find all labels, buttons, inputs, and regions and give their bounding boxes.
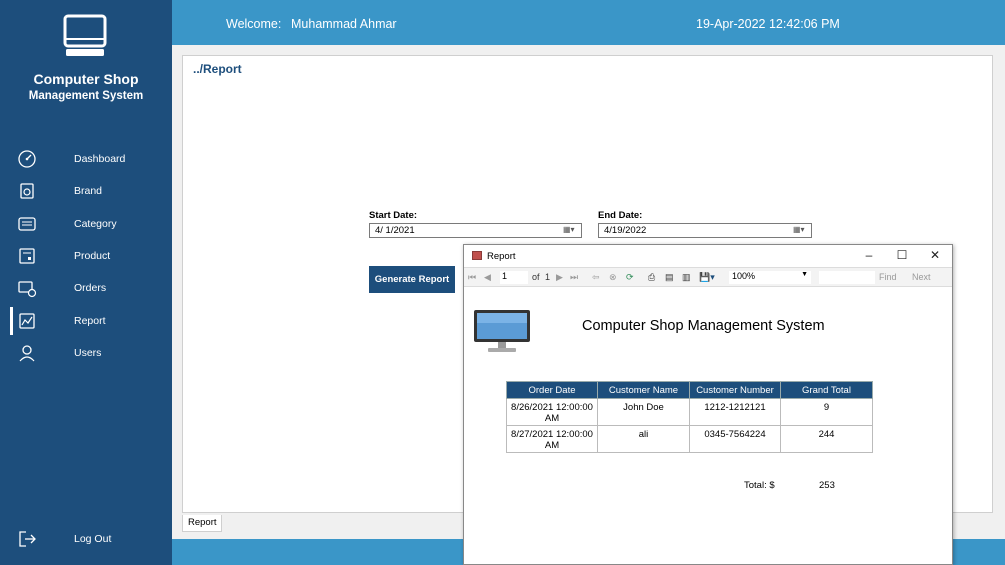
calendar-dropdown-icon[interactable]: ▦▾ [793, 225, 809, 236]
export-icon[interactable]: 💾▾ [699, 271, 715, 284]
page-setup-icon[interactable]: ▥ [682, 271, 691, 284]
column-header: Customer Name [597, 381, 690, 399]
start-date-label: Start Date: [369, 210, 418, 221]
refresh-icon[interactable]: ⟳ [626, 271, 634, 284]
page-number-input[interactable]: 1 [500, 271, 528, 284]
calendar-dropdown-icon[interactable]: ▦▾ [563, 225, 579, 236]
chevron-down-icon: ▼ [801, 271, 808, 278]
page-count: 1 [545, 272, 551, 282]
print-icon[interactable]: ⎙ [648, 271, 655, 284]
sidebar-item-label: Orders [74, 282, 107, 294]
table-cell: 1212-1212121 [689, 398, 781, 426]
sidebar-item-dashboard[interactable]: Dashboard [0, 144, 172, 174]
orders-icon [18, 281, 37, 298]
sidebar-item-brand[interactable]: Brand [0, 176, 172, 206]
sidebar-item-label: Users [74, 347, 102, 359]
report-toolbar: ⏮ ◀ 1 of 1 ▶ ⏭ ⇦ ⊗ ⟳ ⎙ ▤ ▥ 💾▾ 100% ▼ Fin… [464, 267, 952, 287]
table-cell: 8/26/2021 12:00:00 AM [506, 398, 598, 426]
table-cell: 9 [780, 398, 873, 426]
user-name: Muhammad Ahmar [291, 17, 397, 31]
end-date-label: End Date: [598, 210, 643, 221]
table-cell: 0345-7564224 [689, 425, 781, 453]
sidebar-item-product[interactable]: Product [0, 241, 172, 271]
user-icon [19, 345, 35, 362]
datetime-display: 19-Apr-2022 12:42:06 PM [696, 17, 840, 31]
sidebar-item-label: Product [74, 250, 111, 262]
table-cell: John Doe [597, 398, 690, 426]
previous-page-icon[interactable]: ◀ [484, 271, 491, 284]
column-header: Grand Total [780, 381, 873, 399]
logout-icon [19, 531, 36, 547]
of-label: of [532, 272, 540, 282]
table-cell: 244 [780, 425, 873, 453]
report-viewer-window: Report – ☐ ✕ ⏮ ◀ 1 of 1 ▶ ⏭ ⇦ ⊗ ⟳ ⎙ ▤ ▥ … [463, 244, 953, 565]
sidebar-item-label: Brand [74, 185, 103, 197]
total-label: Total: $ [744, 480, 775, 491]
end-date-value: 4/19/2022 [604, 225, 647, 236]
close-button[interactable]: ✕ [918, 245, 952, 267]
start-date-value: 4/ 1/2021 [375, 225, 415, 236]
total-value: 253 [819, 480, 835, 491]
category-list-icon [18, 217, 36, 231]
computer-logo-icon [63, 14, 107, 56]
window-title: Report [487, 251, 516, 262]
back-icon[interactable]: ⇦ [592, 271, 600, 284]
first-page-icon[interactable]: ⏮ [468, 271, 476, 284]
product-box-icon [19, 248, 35, 264]
computer-monitor-icon [474, 310, 530, 352]
column-header: Customer Number [689, 381, 781, 399]
sidebar-item-label: Report [74, 315, 106, 327]
sidebar-item-report[interactable]: Report [0, 306, 172, 336]
next-button[interactable]: Next [912, 271, 931, 284]
app-subtitle: Management System [28, 90, 144, 102]
sidebar-item-label: Dashboard [74, 153, 126, 165]
speedometer-icon [18, 150, 36, 168]
column-header: Order Date [506, 381, 598, 399]
minimize-button[interactable]: – [852, 245, 886, 267]
zoom-value: 100% [732, 271, 756, 281]
logout-label: Log Out [74, 533, 112, 545]
tab-report[interactable]: Report [182, 515, 222, 532]
header-bar: Welcome: Muhammad Ahmar 19-Apr-2022 12:4… [172, 0, 1005, 45]
print-layout-icon[interactable]: ▤ [665, 271, 674, 284]
table-row: 8/27/2021 12:00:00 AM ali 0345-7564224 2… [506, 425, 873, 453]
table-row: 8/26/2021 12:00:00 AM John Doe 1212-1212… [506, 398, 873, 426]
breadcrumb: ../Report [193, 62, 242, 76]
start-date-picker[interactable]: 4/ 1/2021 ▦▾ [369, 223, 582, 238]
report-window-icon [472, 251, 482, 260]
sidebar-item-label: Category [74, 218, 117, 230]
find-input[interactable] [819, 271, 875, 284]
find-button[interactable]: Find [879, 271, 897, 284]
sidebar: Computer Shop Management System Dashboar… [0, 0, 172, 565]
zoom-select[interactable]: 100% ▼ [729, 271, 811, 284]
orders-table: Order Date Customer Name Customer Number… [506, 381, 873, 453]
sidebar-item-users[interactable]: Users [0, 338, 172, 368]
chart-icon [19, 313, 35, 329]
brand-tag-icon [20, 183, 34, 199]
table-cell: 8/27/2021 12:00:00 AM [506, 425, 598, 453]
sidebar-item-orders[interactable]: Orders [0, 273, 172, 303]
stop-icon[interactable]: ⊗ [609, 271, 617, 284]
report-heading: Computer Shop Management System [582, 318, 825, 334]
next-page-icon[interactable]: ▶ [556, 271, 563, 284]
maximize-button[interactable]: ☐ [885, 245, 919, 267]
last-page-icon[interactable]: ⏭ [570, 271, 578, 284]
welcome-label: Welcome: [226, 17, 282, 31]
app-title: Computer Shop [33, 71, 139, 87]
end-date-picker[interactable]: 4/19/2022 ▦▾ [598, 223, 812, 238]
generate-report-button[interactable]: Generate Report [369, 266, 455, 293]
table-cell: ali [597, 425, 690, 453]
logout-button[interactable]: Log Out [0, 524, 172, 554]
sidebar-item-category[interactable]: Category [0, 209, 172, 239]
window-titlebar[interactable]: Report – ☐ ✕ [464, 245, 952, 267]
